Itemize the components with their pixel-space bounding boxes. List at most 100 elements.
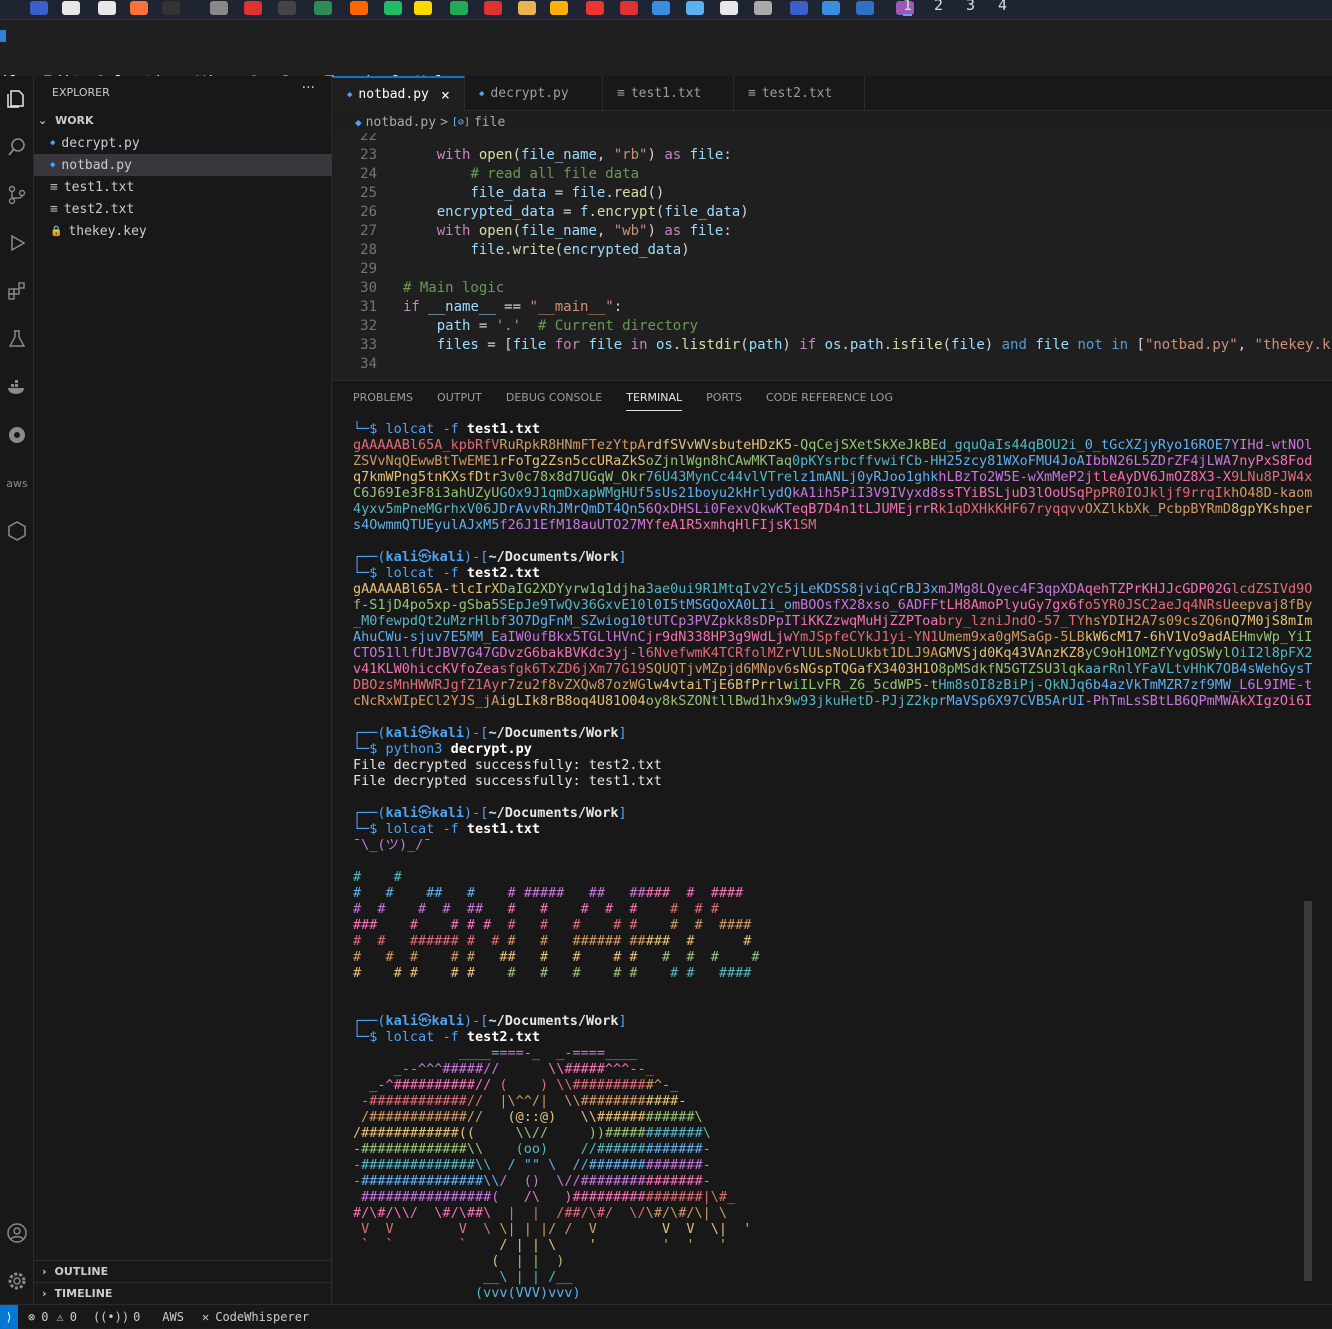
status-bar: ⟩ ⊗ 0 ⚠ 0 ((•)) 0 AWS ✕ CodeWhisperer	[0, 1304, 1332, 1329]
outline-label: OUTLINE	[54, 1265, 109, 1278]
taskbar-app-icon[interactable]	[30, 1, 48, 15]
settings-gear-icon[interactable]	[0, 1264, 34, 1298]
prompt-header: ┌──(kali㉿kali)-[~/Documents/Work]	[353, 725, 627, 741]
ascii-banner-line: # # # # ## # # # # # # # #	[353, 901, 719, 917]
run-debug-icon[interactable]	[0, 226, 34, 260]
ascii-art-line: __\ | | /__	[450, 1269, 573, 1285]
error-icon: ⊗	[28, 1309, 36, 1324]
taskbar-app-icon[interactable]	[210, 1, 228, 15]
taskbar-app-icon[interactable]	[586, 1, 604, 15]
remote-icon[interactable]: ⟩	[0, 1304, 18, 1329]
more-actions-icon[interactable]: ···	[302, 80, 315, 96]
docker-icon[interactable]	[0, 370, 34, 404]
panel-tab-debug-console[interactable]: DEBUG CONSOLE	[506, 391, 602, 411]
panel-tab-ports[interactable]: PORTS	[706, 391, 742, 411]
line-number: 28	[360, 242, 377, 258]
outline-section[interactable]: › OUTLINE	[34, 1260, 332, 1282]
workspace-1[interactable]: 1	[903, 0, 913, 16]
taskbar-app-icon[interactable]	[518, 1, 536, 15]
taskbar-app-icon[interactable]	[856, 1, 874, 15]
aws-icon[interactable]: aws	[0, 466, 34, 500]
taskbar-app-icon[interactable]	[278, 1, 296, 15]
ascii-art-line: (vvv(VVV)vvv)	[450, 1285, 581, 1301]
terminal-output[interactable]: └─$ lolcat -f test1.txt●gAAAAABl65A_kpbR…	[353, 421, 1313, 1301]
panel-tab-terminal[interactable]: TERMINAL	[626, 391, 683, 411]
taskbar-app-icon[interactable]	[244, 1, 262, 15]
taskbar-app-icon[interactable]	[790, 1, 808, 15]
code-editor[interactable]: 22 23 with open(file_name, "rb") as file:…	[333, 133, 1332, 380]
taskbar-app-icon[interactable]	[822, 1, 840, 15]
taskbar-app-icon[interactable]	[652, 1, 670, 15]
taskbar-app-icon[interactable]	[98, 1, 116, 15]
ascii-banner-line: # # # # # ## # # # # # # # #	[353, 949, 760, 965]
taskbar-app-icon[interactable]	[550, 1, 568, 15]
text-file-icon: ≡	[50, 179, 58, 195]
error-count[interactable]: 0	[41, 1310, 48, 1324]
panel-tab-output[interactable]: OUTPUT	[437, 391, 482, 411]
encrypted-text-line: _M0fewpdQt2uMzrHlbf3O7DgFnM_SZwiog10tUTC…	[353, 613, 1313, 629]
workspace-2[interactable]: 2	[934, 0, 943, 14]
taskbar-app-icon[interactable]	[162, 1, 180, 15]
chevron-right-icon: ›	[42, 1265, 47, 1278]
hexagon-icon[interactable]	[0, 514, 34, 548]
taskbar-app-icon[interactable]	[414, 1, 432, 15]
breadcrumb-symbol[interactable]: file	[474, 115, 505, 130]
workspace-4[interactable]: 4	[998, 0, 1007, 14]
ascii-banner-line: # #	[353, 869, 402, 885]
ascii-banner-line: # # ###### # # # # ###### ##### # #	[353, 933, 752, 949]
python-icon: ◆	[479, 88, 485, 99]
timeline-section[interactable]: › TIMELINE	[34, 1282, 332, 1304]
taskbar-app-icon[interactable]	[620, 1, 638, 15]
taskbar-app-icon[interactable]	[350, 1, 368, 15]
account-icon[interactable]	[0, 1216, 34, 1250]
chevron-down-icon: ⌄	[38, 114, 48, 127]
tab-label: test1.txt	[630, 86, 702, 101]
warning-count[interactable]: 0	[70, 1310, 77, 1324]
system-taskbar: 1 2 3 4	[0, 0, 1332, 20]
tab-test1-txt[interactable]: ≡ test1.txt	[603, 76, 734, 111]
panel-tab-code-reference-log[interactable]: CODE REFERENCE LOG	[766, 391, 893, 411]
taskbar-app-icon[interactable]	[484, 1, 502, 15]
workspace-3[interactable]: 3	[966, 0, 975, 14]
taskbar-app-icon[interactable]	[686, 1, 704, 15]
tab-notbad-py[interactable]: ◆ notbad.py ×	[333, 76, 465, 111]
extensions-icon[interactable]	[0, 274, 34, 308]
explorer-file-thekey-key[interactable]: 🔒 thekey.key	[34, 220, 332, 242]
terminal-scrollbar[interactable]	[1304, 901, 1312, 1281]
tab-decrypt-py[interactable]: ◆ decrypt.py	[465, 76, 603, 111]
source-control-icon[interactable]	[0, 178, 34, 212]
code-line: 30 # Main logic	[333, 280, 1332, 299]
testing-flask-icon[interactable]	[0, 322, 34, 356]
taskbar-app-icon[interactable]	[754, 1, 772, 15]
close-icon: ✕	[201, 1309, 210, 1324]
taskbar-app-icon[interactable]	[384, 1, 402, 15]
explorer-file-test2-txt[interactable]: ≡ test2.txt	[34, 198, 332, 220]
kubernetes-icon[interactable]	[0, 418, 34, 452]
panel-tab-problems[interactable]: PROBLEMS	[353, 391, 413, 411]
taskbar-app-icon[interactable]	[450, 1, 468, 15]
search-icon[interactable]	[0, 130, 34, 164]
explorer-file-decrypt-py[interactable]: ◆ decrypt.py	[34, 132, 332, 154]
codewhisperer-status[interactable]: CodeWhisperer	[215, 1310, 309, 1324]
taskbar-app-icon[interactable]	[720, 1, 738, 15]
ports-count[interactable]: 0	[133, 1310, 140, 1324]
command-line: └─$ lolcat -f test2.txt	[353, 565, 540, 581]
breadcrumb-file[interactable]: notbad.py	[366, 115, 436, 130]
taskbar-app-icon[interactable]	[314, 1, 332, 15]
code-text: path = '.' # Current directory	[436, 318, 699, 334]
folder-work[interactable]: ⌄ WORK	[38, 114, 94, 127]
ascii-art-line: _--^^^#####// \\#####^^^--_	[353, 1061, 654, 1077]
tab-test2-txt[interactable]: ≡ test2.txt	[734, 76, 865, 111]
ascii-art-line: _-^##########// ( ) \\##########^-_	[353, 1077, 679, 1093]
taskbar-app-icon[interactable]	[62, 1, 80, 15]
encrypted-text-line: AhuCWu-sjuv7E5MM_EaIW0ufBkx5TGLlHVnCjr9d…	[353, 629, 1313, 645]
encrypted-text-line: gAAAAABl65A_kpbRfVRuRpkR8HNmFTezYtpArdfS…	[353, 437, 1313, 453]
taskbar-app-icon[interactable]	[130, 1, 148, 15]
aws-status[interactable]: AWS	[162, 1310, 184, 1324]
close-tab-icon[interactable]: ×	[441, 86, 450, 104]
code-line: 33 files = [file for file in os.listdir(…	[333, 337, 1332, 356]
explorer-icon[interactable]	[0, 82, 34, 116]
explorer-file-test1-txt[interactable]: ≡ test1.txt	[34, 176, 332, 198]
prompt-header: ┌──(kali㉿kali)-[~/Documents/Work]	[353, 1013, 627, 1029]
explorer-file-notbad-py[interactable]: ◆ notbad.py	[34, 154, 332, 176]
